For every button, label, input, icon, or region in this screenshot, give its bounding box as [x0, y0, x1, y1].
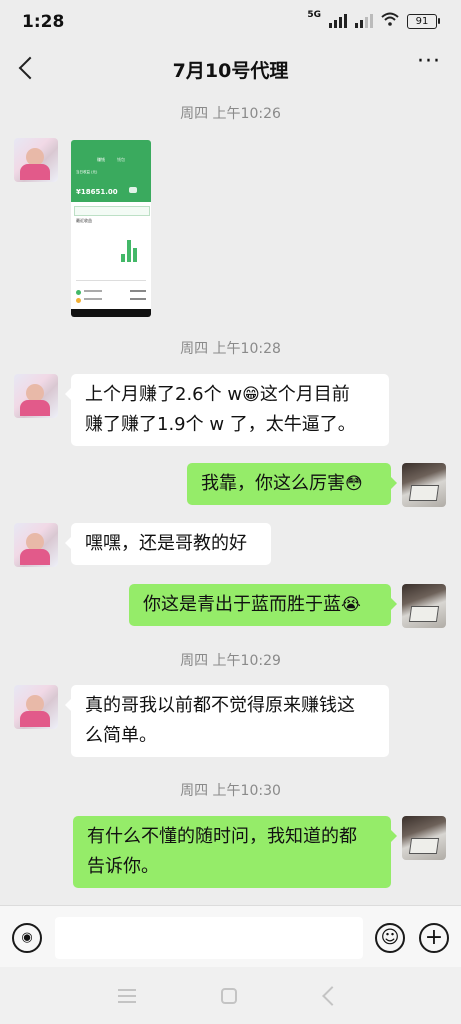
avatar[interactable] [14, 374, 58, 418]
screenshot-label: 当日收益 (元) [76, 170, 98, 174]
timestamp: 周四 上午10:26 [180, 106, 281, 122]
timestamp: 周四 上午10:30 [180, 783, 281, 799]
chart-bar [127, 240, 131, 262]
screenshot-header: 赚钱 钱包 当日收益 (元) ¥18651.00 [71, 140, 151, 202]
screenshot-button [129, 187, 137, 193]
status-icons: 5G 91 [307, 10, 440, 30]
back-icon[interactable] [322, 986, 342, 1006]
crying-emoji-icon: 😭 [341, 595, 361, 615]
message-text: 真的哥我以前都不觉得原来赚钱这 [85, 695, 355, 716]
message-line: 上个月赚了2.6个 w😁这个月目前 [85, 380, 375, 410]
message-text: 嘿嘿，还是哥教的好 [85, 533, 247, 554]
screenshot-tab: 钱包 [117, 157, 125, 162]
list-item [76, 290, 146, 296]
plus-icon[interactable]: + [419, 923, 449, 953]
avatar[interactable] [402, 584, 446, 628]
chart-bar [133, 248, 137, 262]
timestamp: 周四 上午10:29 [180, 653, 281, 669]
message-text: 告诉你。 [87, 856, 159, 877]
avatar[interactable] [402, 816, 446, 860]
chat-title: 7月10号代理 [172, 60, 289, 82]
screenshot-section-title: 最近收益 [76, 218, 92, 223]
home-icon[interactable] [221, 988, 237, 1004]
battery-icon: 91 [407, 13, 440, 29]
avatar[interactable] [14, 138, 58, 182]
message-bubble[interactable]: 真的哥我以前都不觉得原来赚钱这 么简单。 [65, 685, 389, 757]
emoji-icon[interactable]: ☺ [375, 923, 405, 953]
chat-header: 7月10号代理 ··· [0, 44, 461, 94]
menu-icon[interactable] [118, 989, 136, 1003]
screenshot-notice [74, 206, 150, 216]
screenshot-tab: 赚钱 [97, 157, 105, 162]
screenshot-amount: ¥18651.00 [76, 188, 118, 196]
system-nav-bar [0, 967, 461, 1024]
message-bubble[interactable]: 嘿嘿，还是哥教的好 [65, 523, 271, 565]
status-time: 1:28 [22, 12, 65, 32]
timestamp: 周四 上午10:28 [180, 341, 281, 357]
voice-icon[interactable]: ◉ [12, 923, 42, 953]
input-bar: ◉ ☺ + [0, 905, 461, 968]
signal-2-icon [355, 14, 373, 28]
avatar[interactable] [14, 685, 58, 729]
signal-icon [329, 14, 347, 28]
message-input[interactable] [55, 917, 363, 959]
network-type: 5G [307, 10, 321, 20]
message-text: 这个月目前 [259, 384, 350, 405]
message-bubble[interactable]: 你这是青出于蓝而胜于蓝😭 [129, 584, 397, 626]
more-icon[interactable]: ··· [413, 51, 445, 84]
message-text: 有什么不懂的随时问，我知道的都 [87, 826, 357, 847]
screenshot-navbar [71, 309, 151, 317]
status-bar: 1:28 5G 91 [0, 0, 461, 44]
message-text: 我靠，你这么厉害 [201, 473, 345, 494]
avatar[interactable] [402, 463, 446, 507]
message-text: 么简单。 [85, 725, 157, 746]
message-text: 上个月赚了2.6个 w [85, 384, 243, 405]
message-text: 赚了赚了1.9个 w 了，太牛逼了。 [85, 414, 356, 435]
chart-bar [121, 254, 125, 262]
flushed-emoji-icon: 😳 [345, 474, 363, 494]
wifi-icon [381, 12, 399, 30]
avatar[interactable] [14, 523, 58, 567]
message-bubble[interactable]: 我靠，你这么厉害😳 [187, 463, 397, 505]
image-message[interactable]: 赚钱 钱包 当日收益 (元) ¥18651.00 最近收益 [71, 140, 151, 317]
grin-emoji-icon: 😁 [242, 385, 260, 405]
message-text: 你这是青出于蓝而胜于蓝 [143, 594, 341, 615]
message-bubble[interactable]: 上个月赚了2.6个 w😁这个月目前 赚了赚了1.9个 w 了，太牛逼了。 [65, 374, 389, 446]
message-bubble[interactable]: 有什么不懂的随时问，我知道的都 告诉你。 [73, 816, 397, 888]
list-item [76, 298, 146, 304]
divider [76, 280, 146, 281]
